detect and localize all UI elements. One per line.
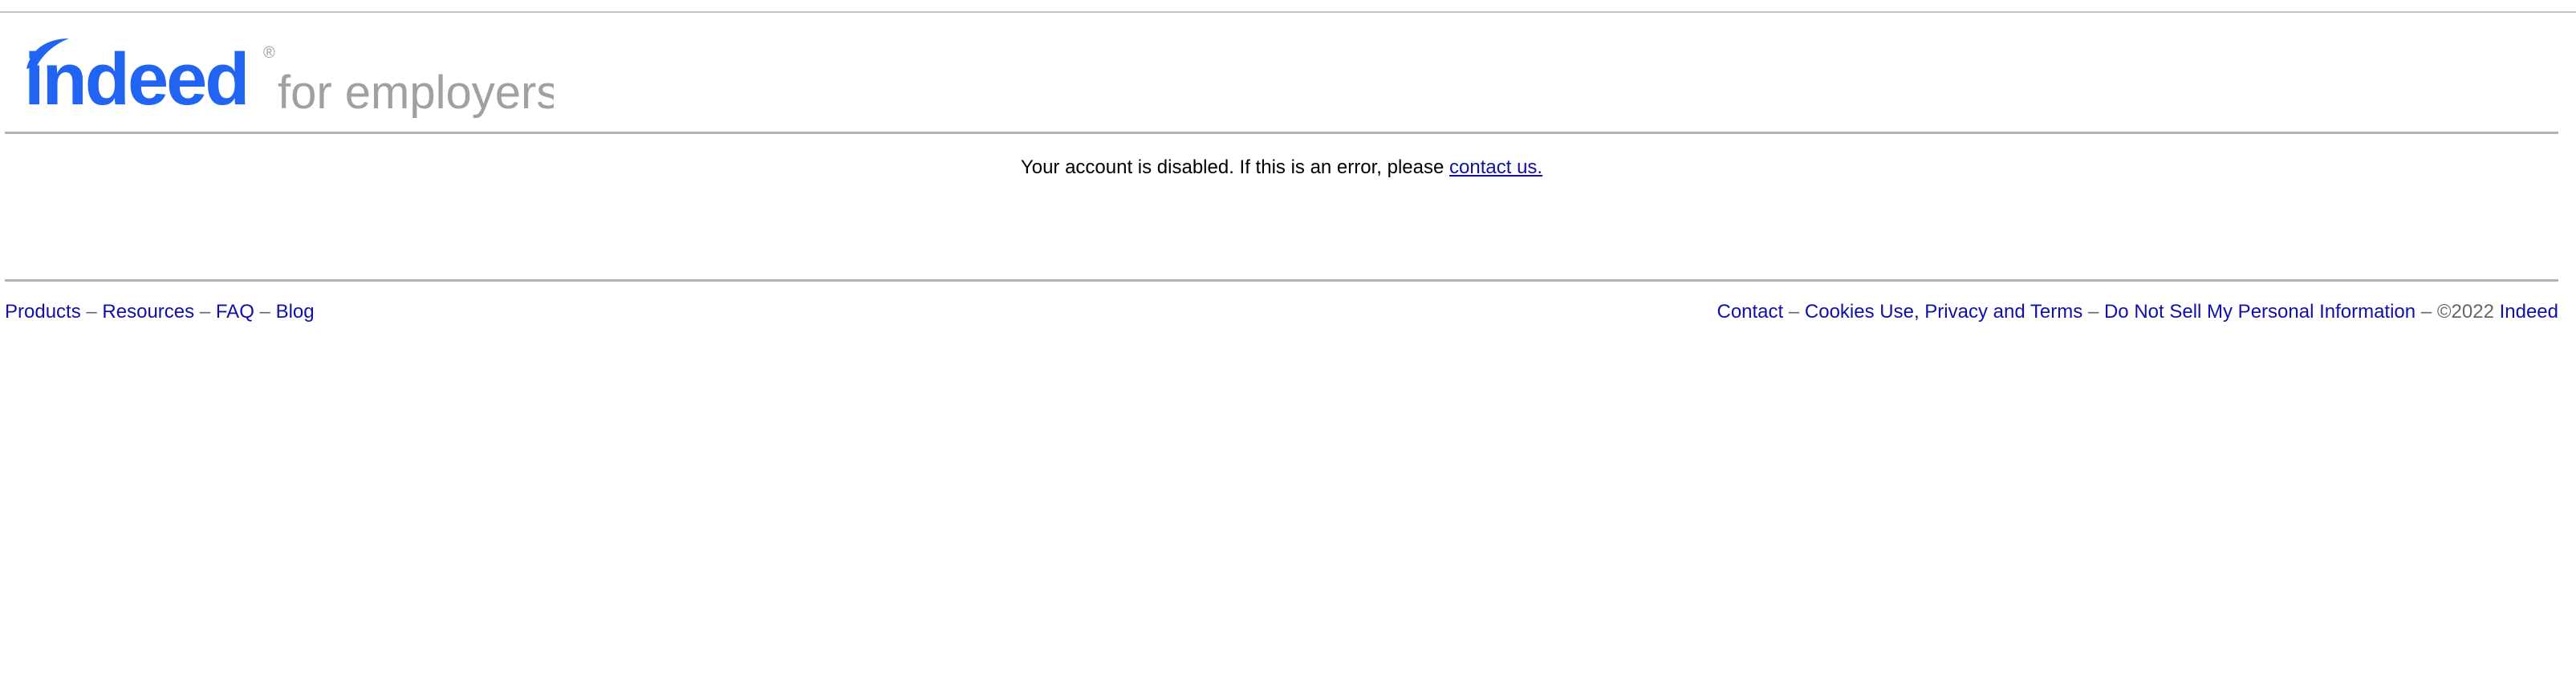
footer-separator: – [2420, 301, 2432, 323]
footer-link-do-not-sell[interactable]: Do Not Sell My Personal Information [2104, 301, 2416, 323]
footer-link-cookies-privacy-terms[interactable]: Cookies Use, Privacy and Terms [1805, 301, 2082, 323]
contact-us-link[interactable]: contact us. [1449, 156, 1542, 178]
footer-separator: – [86, 301, 97, 323]
message-text: Your account is disabled. If this is an … [1020, 156, 1450, 178]
footer-left-nav: Products – Resources – FAQ – Blog [5, 298, 315, 326]
footer-link-products[interactable]: Products [5, 301, 81, 323]
indeed-for-employers-logo[interactable]: indeed ® for employers [24, 30, 554, 119]
page: indeed ® for employers Your account is d… [0, 0, 2576, 682]
footer-separator: – [259, 301, 270, 323]
footer-link-faq[interactable]: FAQ [216, 301, 254, 323]
footer-link-resources[interactable]: Resources [102, 301, 194, 323]
indeed-logo-mark: indeed ® for employers [24, 39, 554, 119]
footer-separator: – [1788, 301, 1800, 323]
top-divider [0, 11, 2576, 13]
logo-word: indeed [24, 39, 247, 119]
footer-right-nav: Contact – Cookies Use, Privacy and Terms… [1717, 298, 2558, 326]
footer-divider [5, 279, 2558, 282]
logo-tagline: for employers [278, 67, 554, 119]
registered-mark: ® [263, 44, 275, 62]
footer-separator: – [2087, 301, 2099, 323]
copyright-text: ©2022 [2436, 301, 2494, 323]
header-divider [5, 132, 2558, 134]
footer-separator: – [199, 301, 211, 323]
footer-link-contact[interactable]: Contact [1717, 301, 1783, 323]
footer-link-blog[interactable]: Blog [276, 301, 315, 323]
footer-link-indeed[interactable]: Indeed [2500, 301, 2558, 323]
account-disabled-message: Your account is disabled. If this is an … [0, 154, 2563, 181]
